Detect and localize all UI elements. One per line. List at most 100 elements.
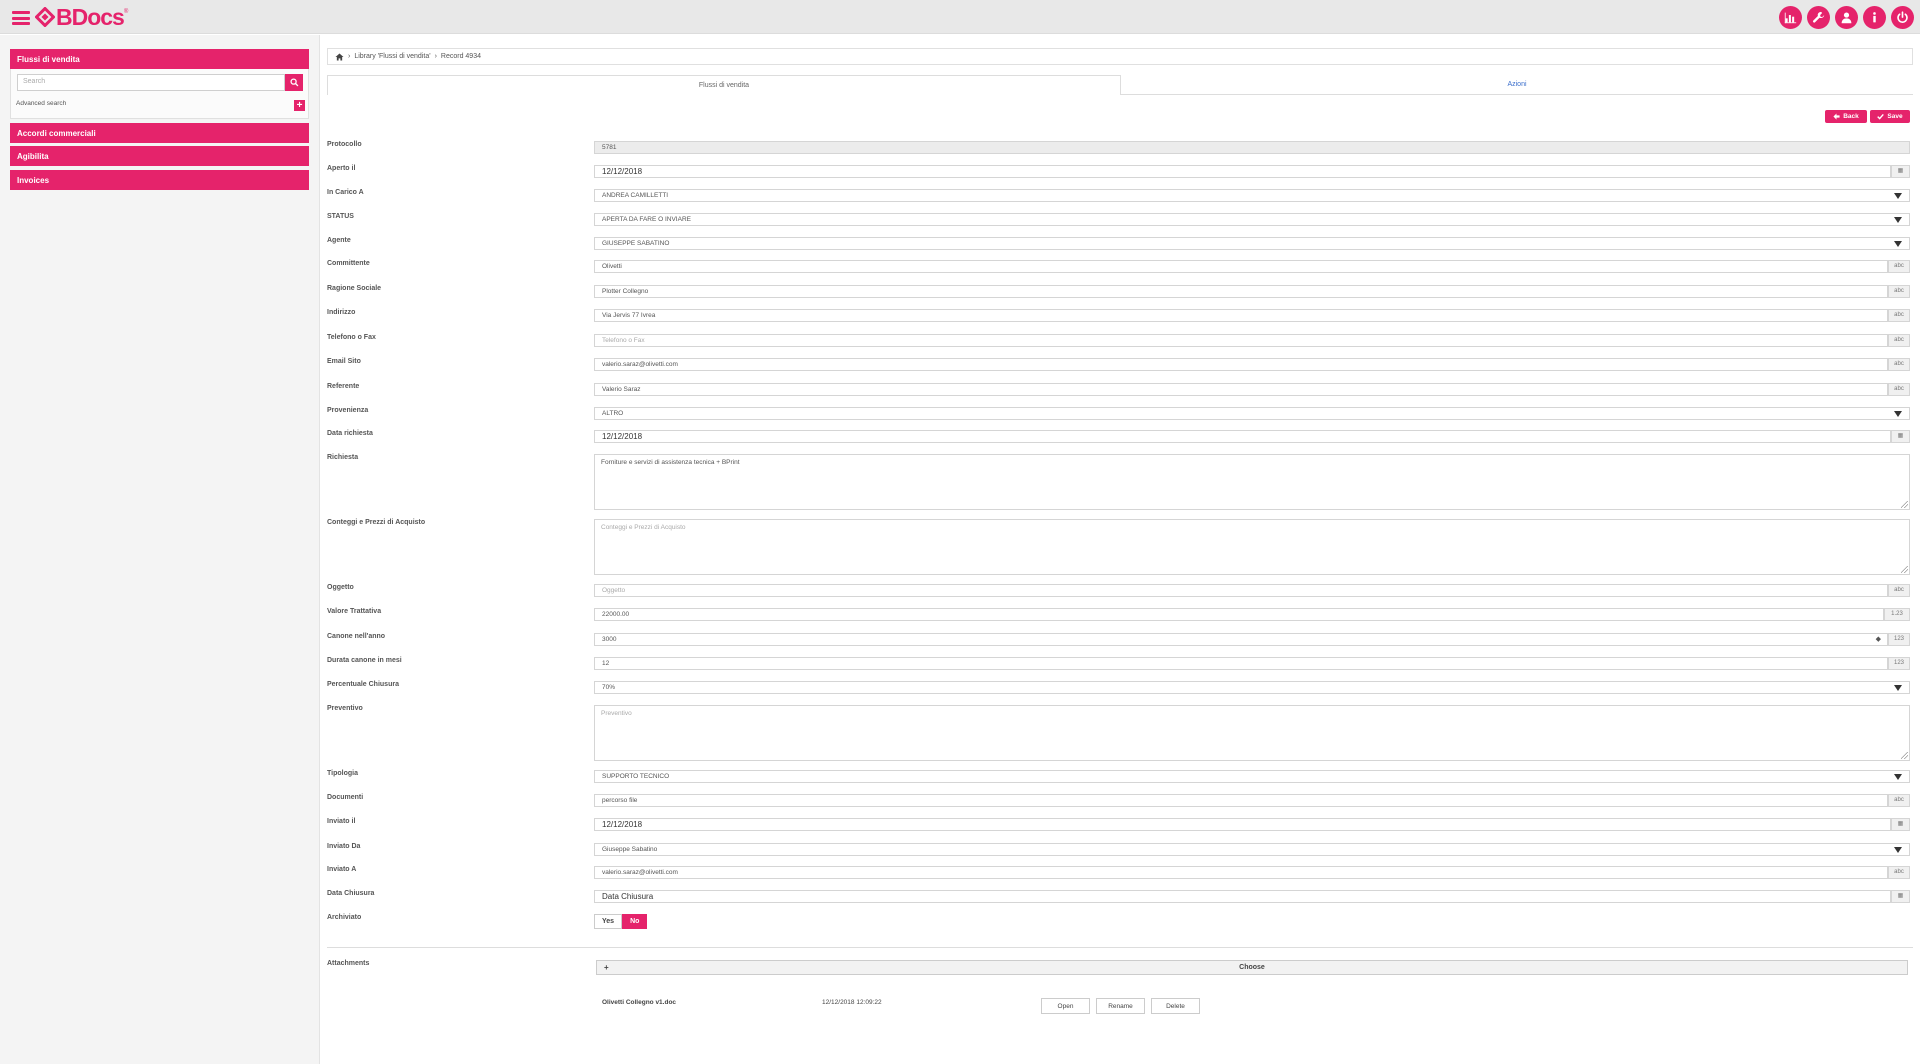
inviato-il-input[interactable]: 12/12/2018 [594, 818, 1891, 831]
percentuale-chiusura-value: 70% [602, 684, 616, 691]
sidebar-item-invoices[interactable]: Invoices [10, 170, 309, 190]
sidebar-search-input[interactable]: Search [17, 74, 285, 91]
attachment-rename-button[interactable]: Rename [1096, 998, 1145, 1014]
preventivo-placeholder: Preventivo [601, 710, 632, 717]
resize-grip-icon[interactable] [1901, 566, 1908, 573]
tab-bar: Flussi di vendita Azioni [327, 75, 1913, 95]
dropdown-arrow-icon [1894, 411, 1902, 417]
save-button[interactable]: Save [1870, 110, 1910, 123]
advanced-search-link[interactable]: Advanced search [16, 100, 66, 107]
indirizzo-addon: abc [1888, 309, 1910, 322]
tab-azioni[interactable]: Azioni [1121, 75, 1913, 95]
email-sito-addon: abc [1888, 358, 1910, 371]
provenienza-label: Provenienza [327, 407, 369, 414]
attachments-label: Attachments [327, 960, 370, 967]
tab-flussi-di-vendita[interactable]: Flussi di vendita [327, 75, 1121, 95]
power-icon[interactable] [1891, 6, 1914, 29]
section-divider [327, 947, 1913, 948]
breadcrumb-library[interactable]: Library 'Flussi di vendita' [354, 53, 430, 60]
attachment-open-button[interactable]: Open [1041, 998, 1090, 1014]
calendar-icon[interactable]: ▦ [1891, 818, 1910, 831]
arrow-left-icon [1833, 113, 1840, 120]
back-button[interactable]: Back [1825, 110, 1867, 123]
conteggi-textarea[interactable]: Conteggi e Prezzi di Acquisto [594, 519, 1910, 575]
in-carico-a-select[interactable]: ANDREA CAMILLETTI [594, 189, 1910, 202]
resize-grip-icon[interactable] [1901, 752, 1908, 759]
calendar-icon[interactable]: ▦ [1891, 165, 1910, 178]
app-logo[interactable]: BDocs ® [34, 4, 128, 30]
tipologia-value: SUPPORTO TECNICO [602, 773, 670, 780]
sidebar-item-agibilita[interactable]: Agibilita [10, 146, 309, 166]
calendar-icon[interactable]: ▦ [1891, 430, 1910, 443]
provenienza-select[interactable]: ALTRO [594, 407, 1910, 420]
choose-file-button[interactable]: + Choose [596, 960, 1908, 975]
inviato-da-select[interactable]: Giuseppe Sabatino [594, 843, 1910, 856]
resize-grip-icon[interactable] [1901, 501, 1908, 508]
status-select[interactable]: APERTA DA FARE O INVIARE [594, 213, 1910, 226]
chart-icon[interactable] [1779, 6, 1802, 29]
ragione-sociale-addon: abc [1888, 285, 1910, 298]
attachment-file-name[interactable]: Olivetti Collegno v1.doc [602, 999, 676, 1006]
aperto-il-input[interactable]: 12/12/2018 [594, 165, 1891, 178]
canone-anno-input[interactable]: 3000 ◆ [594, 633, 1888, 646]
breadcrumb-separator: › [434, 53, 437, 60]
inviato-da-value: Giuseppe Sabatino [602, 846, 658, 853]
preventivo-textarea[interactable]: Preventivo [594, 705, 1910, 761]
telefono-label: Telefono o Fax [327, 334, 376, 341]
back-button-label: Back [1843, 113, 1859, 120]
email-sito-label: Email Sito [327, 358, 361, 365]
committente-input[interactable]: Olivetti [594, 260, 1888, 273]
info-icon[interactable] [1863, 6, 1886, 29]
check-icon [1877, 113, 1885, 120]
durata-canone-input[interactable]: 12 [594, 657, 1888, 670]
richiesta-textarea[interactable]: Forniture e servizi di assistenza tecnic… [594, 454, 1910, 510]
provenienza-value: ALTRO [602, 410, 624, 417]
canone-anno-value: 3000 [602, 636, 617, 643]
save-button-label: Save [1887, 113, 1903, 120]
archiviato-no-button[interactable]: No [622, 914, 648, 929]
percentuale-chiusura-label: Percentuale Chiusura [327, 681, 399, 688]
richiesta-label: Richiesta [327, 454, 359, 461]
menu-icon[interactable] [12, 11, 30, 25]
valore-trattativa-label: Valore Trattativa [327, 608, 382, 615]
advanced-search-plus-icon[interactable]: + [294, 100, 305, 111]
documenti-addon: abc [1888, 794, 1910, 807]
telefono-input[interactable]: Telefono o Fax [594, 334, 1888, 347]
tipologia-select[interactable]: SUPPORTO TECNICO [594, 770, 1910, 783]
protocollo-field: 5781 [594, 141, 1910, 154]
email-sito-input[interactable]: valerio.saraz@olivetti.com [594, 358, 1888, 371]
indirizzo-input[interactable]: Via Jervis 77 Ivrea [594, 309, 1888, 322]
attachment-delete-button[interactable]: Delete [1151, 998, 1200, 1014]
data-richiesta-input[interactable]: 12/12/2018 [594, 430, 1891, 443]
calendar-icon[interactable]: ▦ [1891, 890, 1910, 903]
conteggi-placeholder: Conteggi e Prezzi di Acquisto [601, 524, 686, 531]
agente-value: GIUSEPPE SABATINO [602, 240, 670, 247]
sidebar-item-flussi-di-vendita[interactable]: Flussi di vendita [10, 49, 309, 69]
sidebar: Flussi di vendita Search Advanced search… [0, 35, 320, 1064]
spinner-icon[interactable]: ◆ [1876, 635, 1881, 643]
canone-anno-addon: 123 [1888, 633, 1910, 646]
percentuale-chiusura-select[interactable]: 70% [594, 681, 1910, 694]
user-icon[interactable] [1835, 6, 1858, 29]
telefono-placeholder: Telefono o Fax [602, 337, 645, 344]
richiesta-value: Forniture e servizi di assistenza tecnic… [601, 459, 740, 466]
choose-label: Choose [1239, 964, 1265, 971]
durata-canone-addon: 123 [1888, 657, 1910, 670]
oggetto-input[interactable]: Oggetto [594, 584, 1888, 597]
aperto-il-label: Aperto il [327, 165, 356, 172]
archiviato-yes-button[interactable]: Yes [594, 914, 623, 929]
oggetto-placeholder: Oggetto [602, 587, 626, 594]
referente-input[interactable]: Valerio Saraz [594, 383, 1888, 396]
valore-trattativa-input[interactable]: 22000.00 [594, 608, 1884, 621]
data-chiusura-input[interactable]: Data Chiusura [594, 890, 1891, 903]
documenti-input[interactable]: percorso file [594, 794, 1888, 807]
inviato-a-input[interactable]: valerio.saraz@olivetti.com [594, 866, 1888, 879]
inviato-il-label: Inviato il [327, 818, 356, 825]
ragione-sociale-input[interactable]: Plotter Collegno [594, 285, 1888, 298]
search-button[interactable] [285, 74, 303, 91]
agente-select[interactable]: GIUSEPPE SABATINO [594, 237, 1910, 250]
in-carico-a-value: ANDREA CAMILLETTI [602, 192, 669, 199]
wrench-icon[interactable] [1807, 6, 1830, 29]
attachment-file-date: 12/12/2018 12:09:22 [822, 999, 882, 1006]
sidebar-item-accordi-commerciali[interactable]: Accordi commerciali [10, 123, 309, 143]
